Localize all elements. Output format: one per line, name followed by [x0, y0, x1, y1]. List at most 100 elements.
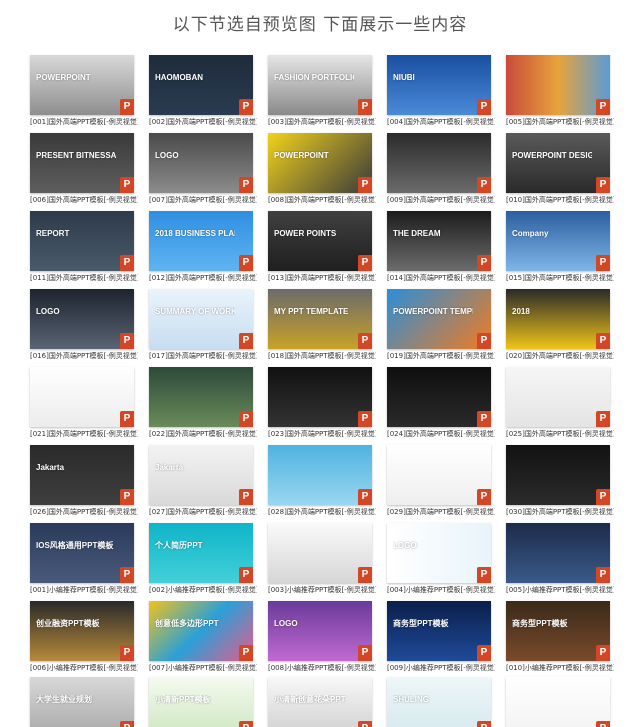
thumbnail-preview[interactable]: P — [268, 523, 372, 583]
thumbnail-item[interactable]: POWERPOINT DESIGN P [010]国外高端PPT模板[-例灵视觉] — [506, 133, 614, 205]
thumbnail-item[interactable]: 创意低多边形PPT P [007]小编推荐PPT模板[-例灵视觉] — [149, 601, 257, 673]
thumbnail-preview[interactable]: IOS风格通用PPT模板 P — [30, 523, 134, 583]
thumbnail-item[interactable]: P [030]国外高端PPT模板[-例灵视觉] — [506, 445, 614, 517]
thumbnail-caption[interactable]: [030]国外高端PPT模板[-例灵视觉] — [506, 508, 614, 517]
thumbnail-preview[interactable]: 商务型PPT模板 P — [387, 601, 491, 661]
thumbnail-preview[interactable]: POWERPOINT TEMPLATE P — [387, 289, 491, 349]
thumbnail-caption[interactable]: [007]小编推荐PPT模板[-例灵视觉] — [149, 664, 257, 673]
thumbnail-item[interactable]: P [025]国外高端PPT模板[-例灵视觉] — [506, 367, 614, 439]
thumbnail-item[interactable]: P [005]小编推荐PPT模板[-例灵视觉] — [506, 523, 614, 595]
thumbnail-preview[interactable]: P — [149, 367, 253, 427]
thumbnail-preview[interactable]: 小清新创意花朵PPT P — [268, 677, 372, 727]
thumbnail-caption[interactable]: [020]国外高端PPT模板[-例灵视觉] — [506, 352, 614, 361]
thumbnail-item[interactable]: 个人简历PPT P [002]小编推荐PPT模板[-例灵视觉] — [149, 523, 257, 595]
thumbnail-preview[interactable]: SUMMARY OF WORK P — [149, 289, 253, 349]
thumbnail-preview[interactable]: THE DREAM P — [387, 211, 491, 271]
thumbnail-caption[interactable]: [006]国外高端PPT模板[-例灵视觉] — [30, 196, 138, 205]
thumbnail-item[interactable]: P [029]国外高端PPT模板[-例灵视觉] — [387, 445, 495, 517]
thumbnail-caption[interactable]: [008]国外高端PPT模板[-例灵视觉] — [268, 196, 376, 205]
thumbnail-preview[interactable]: POWER POINTS P — [268, 211, 372, 271]
thumbnail-caption[interactable]: [016]国外高端PPT模板[-例灵视觉] — [30, 352, 138, 361]
thumbnail-caption[interactable]: [021]国外高端PPT模板[-例灵视觉] — [30, 430, 138, 439]
thumbnail-caption[interactable]: [015]国外高端PPT模板[-例灵视觉] — [506, 274, 614, 283]
thumbnail-item[interactable]: 小清新PPT模板 P — [149, 677, 255, 727]
thumbnail-preview[interactable]: Company P — [506, 211, 610, 271]
thumbnail-item[interactable]: SUMMARY OF WORK P [017]国外高端PPT模板[-例灵视觉] — [149, 289, 257, 361]
thumbnail-item[interactable]: MY PPT TEMPLATE P [018]国外高端PPT模板[-例灵视觉] — [268, 289, 376, 361]
thumbnail-item[interactable]: LOGO P [016]国外高端PPT模板[-例灵视觉] — [30, 289, 138, 361]
thumbnail-item[interactable]: PRESENT BITNESSARY P [006]国外高端PPT模板[-例灵视觉] — [30, 133, 138, 205]
thumbnail-item[interactable]: NIUBI P [004]国外高端PPT模板[-例灵视觉] — [387, 55, 495, 127]
thumbnail-preview[interactable]: 创意低多边形PPT P — [149, 601, 253, 661]
thumbnail-item[interactable]: P [023]国外高端PPT模板[-例灵视觉] — [268, 367, 376, 439]
thumbnail-preview[interactable]: SHULING P — [387, 677, 491, 727]
thumbnail-item[interactable]: POWER POINTS P [013]国外高端PPT模板[-例灵视觉] — [268, 211, 376, 283]
thumbnail-item[interactable]: P [021]国外高端PPT模板[-例灵视觉] — [30, 367, 138, 439]
thumbnail-item[interactable]: THE DREAM P [014]国外高端PPT模板[-例灵视觉] — [387, 211, 495, 283]
thumbnail-caption[interactable]: [029]国外高端PPT模板[-例灵视觉] — [387, 508, 495, 517]
thumbnail-item[interactable]: Jakarta P [027]国外高端PPT模板[-例灵视觉] — [149, 445, 257, 517]
thumbnail-preview[interactable]: LOGO P — [268, 601, 372, 661]
thumbnail-caption[interactable]: [023]国外高端PPT模板[-例灵视觉] — [268, 430, 376, 439]
thumbnail-item[interactable]: SHULING P — [387, 677, 493, 727]
thumbnail-preview[interactable]: P — [30, 367, 134, 427]
thumbnail-caption[interactable]: [018]国外高端PPT模板[-例灵视觉] — [268, 352, 376, 361]
thumbnail-caption[interactable]: [002]小编推荐PPT模板[-例灵视觉] — [149, 586, 257, 595]
thumbnail-item[interactable]: P — [506, 677, 612, 727]
thumbnail-item[interactable]: P [005]国外高端PPT模板[-例灵视觉] — [506, 55, 614, 127]
thumbnail-caption[interactable]: [011]国外高端PPT模板[-例灵视觉] — [30, 274, 138, 283]
thumbnail-preview[interactable]: P — [506, 367, 610, 427]
thumbnail-caption[interactable]: [005]小编推荐PPT模板[-例灵视觉] — [506, 586, 614, 595]
thumbnail-item[interactable]: P [024]国外高端PPT模板[-例灵视觉] — [387, 367, 495, 439]
thumbnail-preview[interactable]: HAOMOBAN P — [149, 55, 253, 115]
thumbnail-preview[interactable]: 个人简历PPT P — [149, 523, 253, 583]
thumbnail-preview[interactable]: Jakarta P — [149, 445, 253, 505]
thumbnail-caption[interactable]: [013]国外高端PPT模板[-例灵视觉] — [268, 274, 376, 283]
thumbnail-item[interactable]: 商务型PPT模板 P [009]小编推荐PPT模板[-例灵视觉] — [387, 601, 495, 673]
thumbnail-preview[interactable]: 小清新PPT模板 P — [149, 677, 253, 727]
thumbnail-preview[interactable]: P — [387, 367, 491, 427]
thumbnail-item[interactable]: 2018 BUSINESS PLAN P [012]国外高端PPT模板[-例灵视觉] — [149, 211, 257, 283]
thumbnail-caption[interactable]: [001]国外高端PPT模板[-例灵视觉] — [30, 118, 138, 127]
thumbnail-caption[interactable]: [026]国外高端PPT模板[-例灵视觉] — [30, 508, 138, 517]
thumbnail-preview[interactable]: Jakarta P — [30, 445, 134, 505]
thumbnail-caption[interactable]: [004]小编推荐PPT模板[-例灵视觉] — [387, 586, 495, 595]
thumbnail-preview[interactable]: LOGO P — [30, 289, 134, 349]
thumbnail-preview[interactable]: P — [506, 445, 610, 505]
thumbnail-preview[interactable]: LOGO P — [387, 523, 491, 583]
thumbnail-caption[interactable]: [008]小编推荐PPT模板[-例灵视觉] — [268, 664, 376, 673]
thumbnail-caption[interactable]: [028]国外高端PPT模板[-例灵视觉] — [268, 508, 376, 517]
thumbnail-item[interactable]: HAOMOBAN P [002]国外高端PPT模板[-例灵视觉] — [149, 55, 257, 127]
thumbnail-item[interactable]: FASHION PORTFOLIO P [003]国外高端PPT模板[-例灵视觉] — [268, 55, 376, 127]
thumbnail-preview[interactable]: POWERPOINT DESIGN P — [506, 133, 610, 193]
thumbnail-caption[interactable]: [017]国外高端PPT模板[-例灵视觉] — [149, 352, 257, 361]
thumbnail-preview[interactable]: PRESENT BITNESSARY P — [30, 133, 134, 193]
thumbnail-caption[interactable]: [003]国外高端PPT模板[-例灵视觉] — [268, 118, 376, 127]
thumbnail-item[interactable]: 创业融资PPT模板 P [006]小编推荐PPT模板[-例灵视觉] — [30, 601, 138, 673]
thumbnail-item[interactable]: 2018 P [020]国外高端PPT模板[-例灵视觉] — [506, 289, 614, 361]
thumbnail-item[interactable]: IOS风格通用PPT模板 P [001]小编推荐PPT模板[-例灵视觉] — [30, 523, 138, 595]
thumbnail-caption[interactable]: [002]国外高端PPT模板[-例灵视觉] — [149, 118, 257, 127]
thumbnail-preview[interactable]: P — [506, 523, 610, 583]
thumbnail-caption[interactable]: [014]国外高端PPT模板[-例灵视觉] — [387, 274, 495, 283]
thumbnail-item[interactable]: POWERPOINT P [008]国外高端PPT模板[-例灵视觉] — [268, 133, 376, 205]
thumbnail-caption[interactable]: [001]小编推荐PPT模板[-例灵视觉] — [30, 586, 138, 595]
thumbnail-caption[interactable]: [007]国外高端PPT模板[-例灵视觉] — [149, 196, 257, 205]
thumbnail-item[interactable]: LOGO P [008]小编推荐PPT模板[-例灵视觉] — [268, 601, 376, 673]
thumbnail-item[interactable]: P [028]国外高端PPT模板[-例灵视觉] — [268, 445, 376, 517]
thumbnail-caption[interactable]: [003]小编推荐PPT模板[-例灵视觉] — [268, 586, 376, 595]
thumbnail-caption[interactable]: [009]小编推荐PPT模板[-例灵视觉] — [387, 664, 495, 673]
thumbnail-preview[interactable]: 2018 P — [506, 289, 610, 349]
thumbnail-caption[interactable]: [004]国外高端PPT模板[-例灵视觉] — [387, 118, 495, 127]
thumbnail-item[interactable]: P [009]国外高端PPT模板[-例灵视觉] — [387, 133, 495, 205]
thumbnail-preview[interactable]: LOGO P — [149, 133, 253, 193]
thumbnail-item[interactable]: 商务型PPT模板 P [010]小编推荐PPT模板[-例灵视觉] — [506, 601, 614, 673]
thumbnail-preview[interactable]: FASHION PORTFOLIO P — [268, 55, 372, 115]
thumbnail-preview[interactable]: 大学生就业规划 P — [30, 677, 134, 727]
thumbnail-item[interactable]: LOGO P [004]小编推荐PPT模板[-例灵视觉] — [387, 523, 495, 595]
thumbnail-item[interactable]: P [003]小编推荐PPT模板[-例灵视觉] — [268, 523, 376, 595]
thumbnail-caption[interactable]: [009]国外高端PPT模板[-例灵视觉] — [387, 196, 495, 205]
thumbnail-preview[interactable]: P — [387, 133, 491, 193]
thumbnail-caption[interactable]: [019]国外高端PPT模板[-例灵视觉] — [387, 352, 495, 361]
thumbnail-item[interactable]: 大学生就业规划 P — [30, 677, 136, 727]
